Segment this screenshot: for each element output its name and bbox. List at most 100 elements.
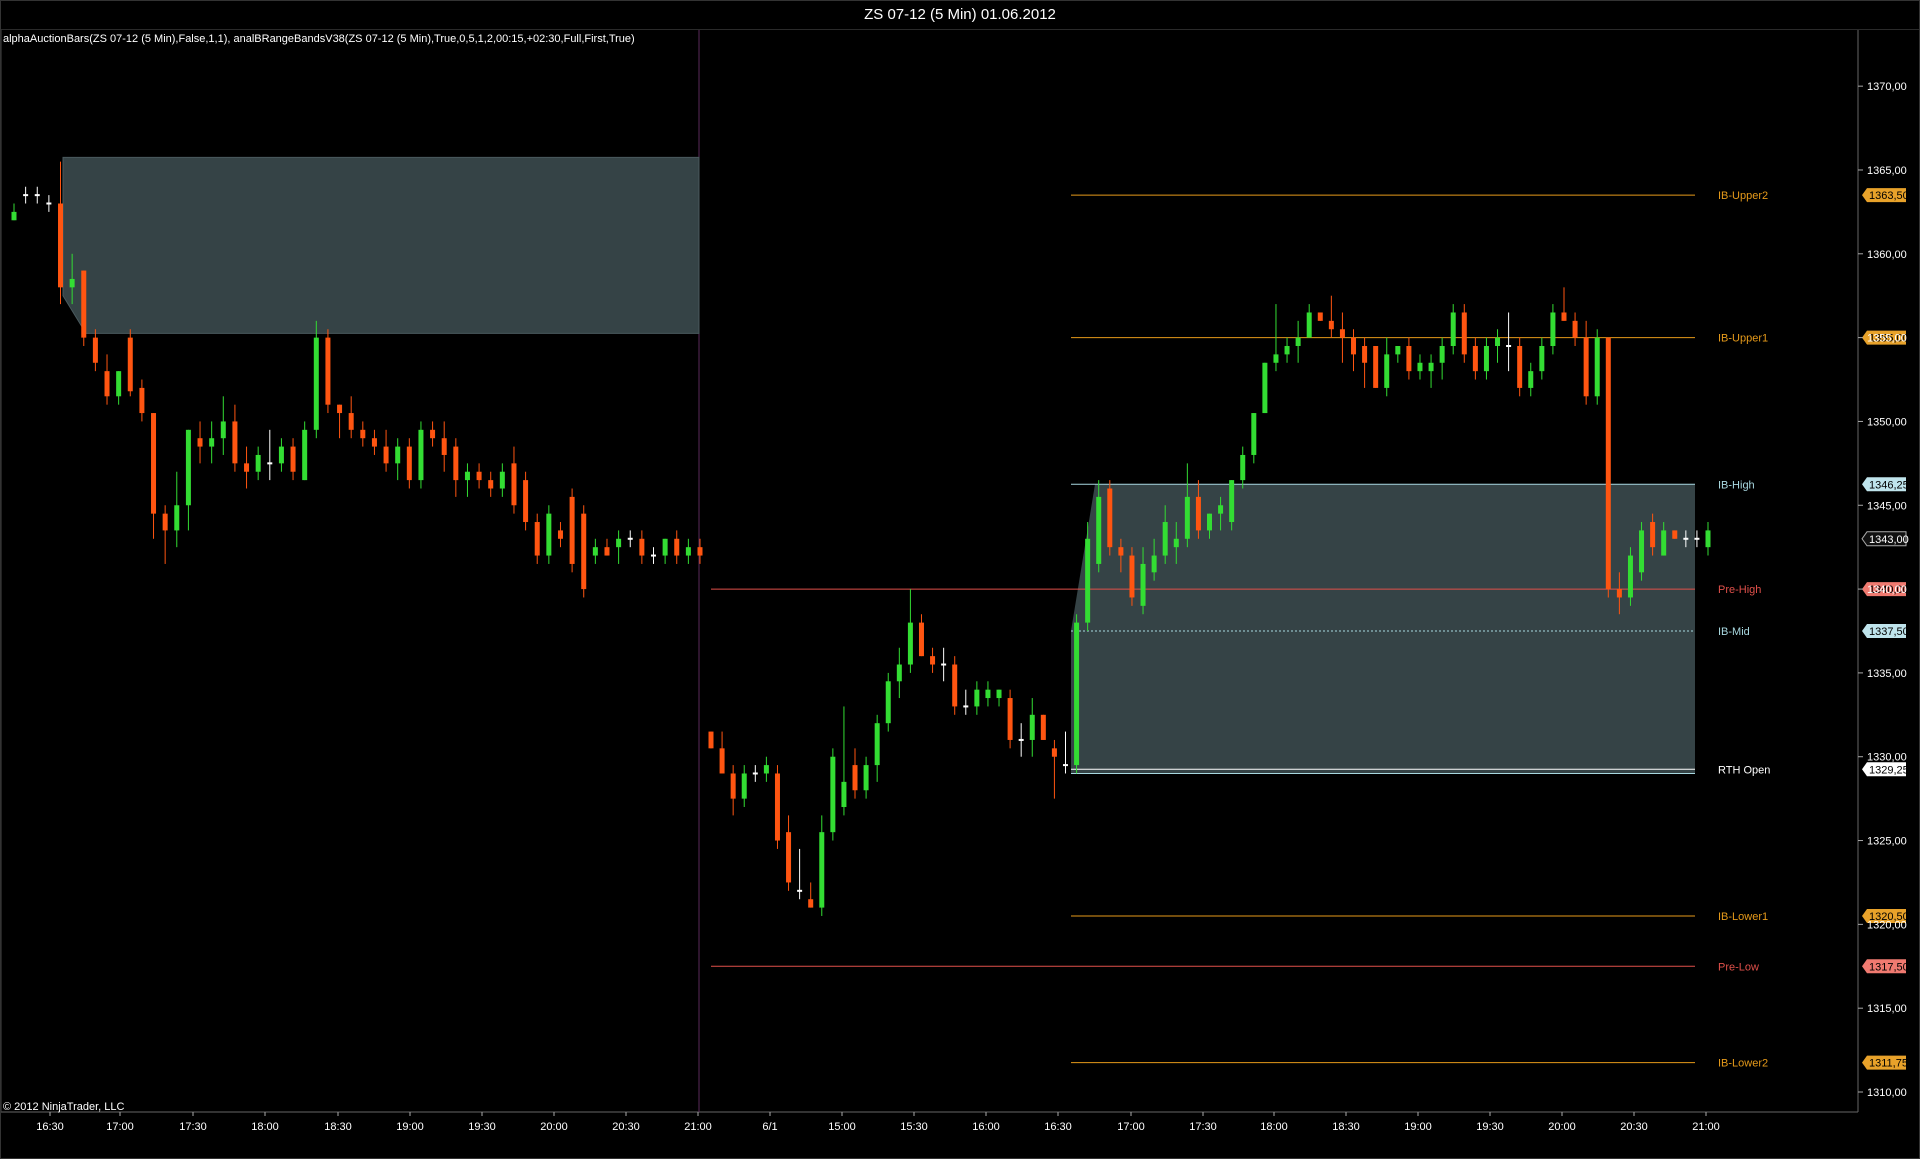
candle-body bbox=[1195, 496, 1201, 531]
candle-body bbox=[441, 438, 447, 455]
candle-body bbox=[383, 446, 389, 464]
candle-body bbox=[1561, 312, 1567, 321]
candle-body bbox=[797, 889, 803, 892]
candle-body bbox=[58, 203, 64, 288]
candle-body bbox=[627, 537, 633, 540]
candle-body bbox=[1483, 346, 1489, 372]
candle-body bbox=[1639, 530, 1645, 573]
candle-body bbox=[697, 547, 703, 556]
candle-body bbox=[896, 664, 902, 682]
candle-body bbox=[464, 471, 470, 481]
candle-body bbox=[604, 547, 610, 556]
candle-body bbox=[996, 689, 1002, 699]
copyright-text: © 2012 NinjaTrader, LLC bbox=[3, 1101, 125, 1113]
candle-body bbox=[1472, 346, 1478, 372]
candle-body bbox=[1018, 738, 1024, 741]
candle-body bbox=[930, 656, 936, 665]
candle-body bbox=[1085, 538, 1091, 623]
candle-body bbox=[546, 513, 552, 556]
level-label: IB-Lower1 bbox=[1718, 911, 1768, 923]
time-tick-label: 19:00 bbox=[1404, 1121, 1432, 1133]
candle-body bbox=[752, 772, 758, 775]
candlestick-chart[interactable]: IB-Upper2 IB-Upper1 IB-High Pre-High IB-Mid R… bbox=[0, 30, 1920, 1159]
candle-body bbox=[1528, 371, 1534, 388]
time-tick-label: 19:30 bbox=[1476, 1121, 1504, 1133]
candle-body bbox=[1616, 589, 1622, 598]
price-tick-label: 1320,00 bbox=[1867, 919, 1907, 931]
time-tick-label: 19:30 bbox=[468, 1121, 496, 1133]
candle-body bbox=[197, 438, 203, 447]
level-label: IB-High bbox=[1718, 479, 1755, 491]
candle-body bbox=[1428, 362, 1434, 372]
price-tag-label: 1329,25 bbox=[1869, 764, 1909, 776]
price-tick-label: 1330,00 bbox=[1867, 752, 1907, 764]
candle-body bbox=[650, 554, 656, 557]
price-tag: 1329,25 bbox=[1862, 762, 1909, 777]
candle-body bbox=[523, 480, 529, 523]
candle-body bbox=[34, 194, 40, 197]
candle-body bbox=[963, 705, 969, 708]
candle-body bbox=[92, 337, 98, 363]
candle-body bbox=[639, 538, 645, 556]
price-tag-label: 1311,75 bbox=[1869, 1058, 1908, 1070]
candle-body bbox=[557, 530, 563, 539]
candle-body bbox=[1062, 764, 1068, 767]
current-price-label: 1343,00 bbox=[1869, 534, 1909, 546]
candle-body bbox=[1661, 530, 1667, 556]
candle-body bbox=[1439, 346, 1445, 363]
candle-body bbox=[1683, 537, 1689, 540]
candle-body bbox=[1572, 320, 1578, 338]
candle-body bbox=[1339, 329, 1345, 338]
candle-body bbox=[885, 681, 891, 724]
candle-body bbox=[1650, 522, 1656, 548]
candle-body bbox=[185, 429, 191, 506]
time-tick-label: 20:30 bbox=[612, 1121, 640, 1133]
candle-body bbox=[1705, 530, 1711, 548]
candle-body bbox=[974, 689, 980, 707]
time-tick-label: 19:00 bbox=[396, 1121, 424, 1133]
price-axis[interactable]: 1363,50 1355,00 1346,25 1340,00 1337,50 1329,… bbox=[1858, 81, 1909, 1099]
time-tick-label: 17:00 bbox=[1117, 1121, 1145, 1133]
level-label: Pre-Low bbox=[1718, 961, 1759, 973]
time-tick-label: 17:30 bbox=[179, 1121, 207, 1133]
candle-body bbox=[907, 622, 913, 665]
candle-body bbox=[662, 538, 668, 556]
previous-session-range bbox=[62, 156, 700, 334]
candle-body bbox=[1284, 346, 1290, 355]
candle-body bbox=[581, 513, 587, 590]
candle-body bbox=[348, 413, 354, 430]
candle-body bbox=[1406, 346, 1412, 372]
candle-body bbox=[406, 446, 412, 481]
time-axis[interactable]: 16:30 17:00 17:30 18:00 18:30 19:00 19:30 20:00… bbox=[36, 1112, 1720, 1133]
candle-body bbox=[1040, 714, 1046, 740]
candle-body bbox=[1162, 522, 1168, 556]
candle-body bbox=[1151, 555, 1157, 573]
price-tick-label: 1350,00 bbox=[1867, 416, 1907, 428]
time-tick-label: 17:30 bbox=[1189, 1121, 1217, 1133]
price-tag-label: 1346,25 bbox=[1869, 479, 1909, 491]
candle-body bbox=[302, 429, 308, 481]
candle-body bbox=[841, 781, 847, 808]
current-price-tag: 1343,00 bbox=[1861, 531, 1909, 547]
candle-body bbox=[1506, 345, 1512, 348]
candle-body bbox=[534, 522, 540, 556]
candle-body bbox=[476, 471, 482, 481]
price-tick-label: 1340,00 bbox=[1867, 584, 1907, 596]
time-tick-label: 18:00 bbox=[251, 1121, 279, 1133]
candle-body bbox=[232, 421, 238, 464]
level-label: RTH Open bbox=[1718, 764, 1770, 776]
candle-body bbox=[220, 421, 226, 439]
candle-body bbox=[616, 538, 622, 548]
candle-body bbox=[1051, 748, 1057, 757]
window-title-bar[interactable]: ZS 07-12 (5 Min) 01.06.2012 bbox=[0, 0, 1920, 30]
candle-body bbox=[360, 429, 366, 439]
level-label: IB-Upper2 bbox=[1718, 190, 1768, 202]
candle-body bbox=[255, 454, 261, 472]
level-label: IB-Mid bbox=[1718, 626, 1750, 638]
candle-body bbox=[430, 429, 436, 439]
candle-body bbox=[1317, 312, 1323, 321]
candle-body bbox=[1184, 496, 1190, 539]
price-tag: 1363,50 bbox=[1862, 188, 1909, 203]
candle-body bbox=[313, 337, 319, 430]
candle-body bbox=[453, 446, 459, 481]
